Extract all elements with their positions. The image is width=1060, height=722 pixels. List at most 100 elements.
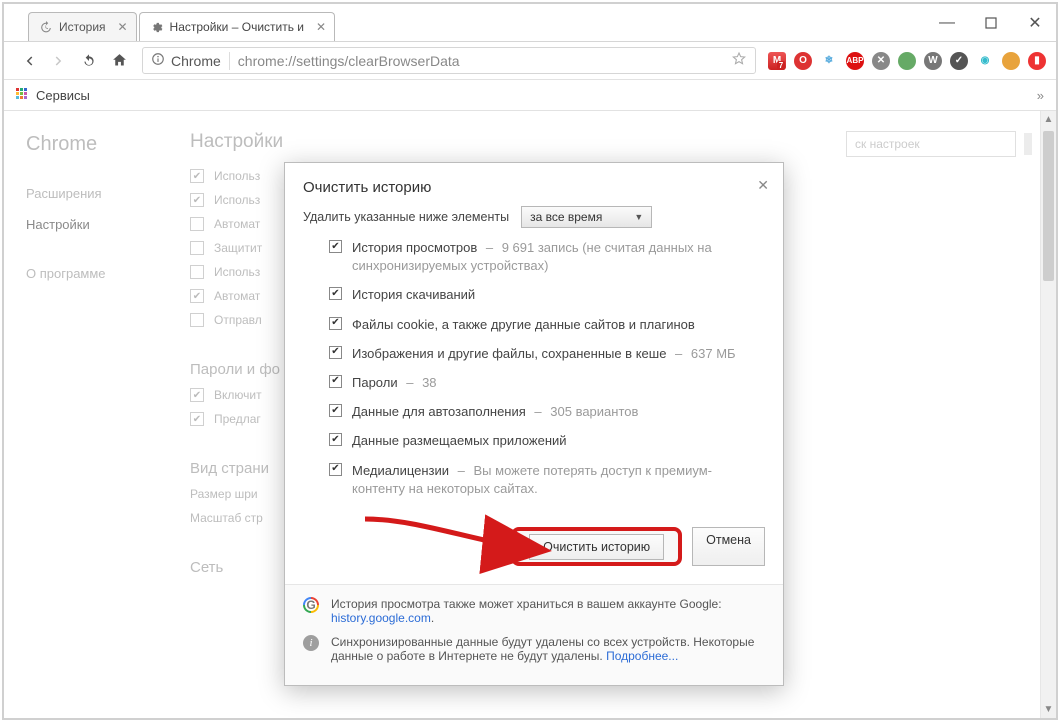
data-type-item: Изображения и другие файлы, сохраненные … [329, 345, 765, 363]
sidebar-item-settings[interactable]: Настройки [26, 209, 184, 240]
checkbox[interactable] [329, 375, 342, 388]
setting-label: Включит [214, 388, 262, 402]
tab-close-icon[interactable]: ✕ [316, 20, 326, 34]
ext-icon[interactable] [1002, 52, 1020, 70]
setting-label: Использ [214, 265, 260, 279]
learn-more-link[interactable]: Подробнее... [606, 649, 678, 663]
ext-icon[interactable]: M7 [768, 52, 786, 70]
checkbox-icon[interactable]: ✔ [190, 388, 204, 402]
tab-history[interactable]: История ✕ [28, 12, 137, 41]
ext-icon[interactable]: ◉ [976, 52, 994, 70]
highlight-frame: Очистить историю [511, 527, 682, 566]
tab-close-icon[interactable]: ✕ [117, 20, 127, 34]
history-icon [39, 20, 53, 34]
data-type-item: Данные размещаемых приложений [329, 432, 765, 450]
ext-icon[interactable]: ▮ [1028, 52, 1046, 70]
ext-icon[interactable]: ✕ [872, 52, 890, 70]
ext-icon[interactable] [898, 52, 916, 70]
vertical-scrollbar[interactable]: ▲ ▼ [1040, 111, 1056, 718]
ext-icon[interactable]: ❄ [820, 52, 838, 70]
checkbox[interactable] [329, 404, 342, 417]
scroll-up-icon[interactable]: ▲ [1041, 114, 1056, 125]
data-type-detail: 38 [422, 375, 436, 390]
checkbox[interactable] [329, 433, 342, 446]
brand-label: Chrome [26, 133, 184, 156]
bookmarks-overflow-button[interactable]: » [1037, 88, 1044, 103]
setting-label: Использ [214, 169, 260, 183]
checkbox-icon[interactable]: ✔ [190, 289, 204, 303]
window-close-button[interactable]: ✕ [1024, 12, 1046, 34]
setting-label: Автомат [214, 217, 260, 231]
data-type-detail: 305 вариантов [550, 404, 638, 419]
setting-label: Использ [214, 193, 260, 207]
address-bar[interactable]: Chrome chrome://settings/clearBrowserDat… [142, 47, 756, 74]
footer-text: История просмотра также может храниться … [331, 597, 765, 625]
tab-settings[interactable]: Настройки – Очистить и ✕ [139, 12, 335, 41]
window-minimize-button[interactable]: — [936, 12, 958, 34]
checkbox-icon[interactable] [190, 241, 204, 255]
data-type-label: История скачиваний [352, 286, 475, 304]
nav-forward-button[interactable] [44, 46, 74, 76]
site-info-icon[interactable] [151, 52, 165, 69]
apps-shortcut[interactable]: Сервисы [16, 88, 90, 103]
time-range-select[interactable]: за все время [521, 206, 652, 228]
scroll-thumb[interactable] [1043, 131, 1054, 281]
checkbox-icon[interactable]: ✔ [190, 169, 204, 183]
nav-reload-button[interactable] [74, 46, 104, 76]
scroll-down-icon[interactable]: ▼ [1041, 704, 1056, 715]
cancel-button[interactable]: Отмена [692, 527, 765, 566]
checkbox-icon[interactable] [190, 265, 204, 279]
checkbox[interactable] [329, 240, 342, 253]
data-type-detail: 637 МБ [691, 346, 736, 361]
nav-home-button[interactable] [104, 46, 134, 76]
data-type-item: Пароли – 38 [329, 374, 765, 392]
dialog-close-button[interactable]: ✕ [757, 177, 769, 194]
sidebar-item-extensions[interactable]: Расширения [26, 178, 184, 209]
data-type-item: История просмотров – 9 691 запись (не сч… [329, 239, 765, 275]
data-type-item: История скачиваний [329, 286, 765, 304]
maximize-icon [985, 17, 997, 29]
apps-icon [16, 88, 30, 102]
extension-icons: M7 O ❄ ABP ✕ W ✓ ◉ ▮ [764, 52, 1046, 70]
footer-text: Синхронизированные данные будут удалены … [331, 635, 765, 663]
data-type-item: Данные для автозаполнения – 305 варианто… [329, 403, 765, 421]
setting-label: Предлаг [214, 412, 261, 426]
checkbox-icon[interactable]: ✔ [190, 412, 204, 426]
close-icon: ✕ [1028, 13, 1041, 33]
bookmark-star-icon[interactable] [731, 51, 747, 70]
bookmarks-bar: Сервисы » [4, 80, 1056, 111]
checkbox[interactable] [329, 287, 342, 300]
sidebar-item-about[interactable]: О программе [26, 258, 184, 289]
history-link[interactable]: history.google.com [331, 611, 431, 625]
url-path: chrome://settings/clearBrowserData [238, 53, 460, 69]
apps-label: Сервисы [36, 88, 90, 103]
google-icon [303, 597, 319, 613]
checkbox[interactable] [329, 317, 342, 330]
checkbox-icon[interactable] [190, 217, 204, 231]
ext-icon[interactable]: O [794, 52, 812, 70]
setting-label: Отправл [214, 313, 262, 327]
data-type-label: Файлы cookie, а также другие данные сайт… [352, 316, 695, 334]
search-drag-handle [1024, 133, 1032, 155]
ext-icon[interactable]: W [924, 52, 942, 70]
data-type-label: История просмотров – 9 691 запись (не сч… [352, 239, 765, 275]
window-maximize-button[interactable] [980, 12, 1002, 34]
checkbox-icon[interactable] [190, 313, 204, 327]
checkbox[interactable] [329, 346, 342, 359]
dialog-title: Очистить историю [303, 179, 431, 196]
settings-sidebar: Chrome Расширения Настройки О программе [4, 111, 184, 718]
checkbox[interactable] [329, 463, 342, 476]
data-type-label: Изображения и другие файлы, сохраненные … [352, 345, 736, 363]
checkbox-icon[interactable]: ✔ [190, 193, 204, 207]
setting-label: Размер шри [190, 487, 258, 501]
clear-data-button[interactable]: Очистить историю [529, 534, 664, 560]
url-origin: Chrome [171, 53, 221, 69]
ext-icon[interactable]: ✓ [950, 52, 968, 70]
ext-icon[interactable]: ABP [846, 52, 864, 70]
settings-search-input[interactable]: ск настроек [846, 131, 1016, 157]
separator [229, 52, 230, 70]
gear-icon [150, 20, 164, 34]
setting-label: Автомат [214, 289, 260, 303]
nav-back-button[interactable] [14, 46, 44, 76]
minimize-icon: — [939, 14, 955, 32]
